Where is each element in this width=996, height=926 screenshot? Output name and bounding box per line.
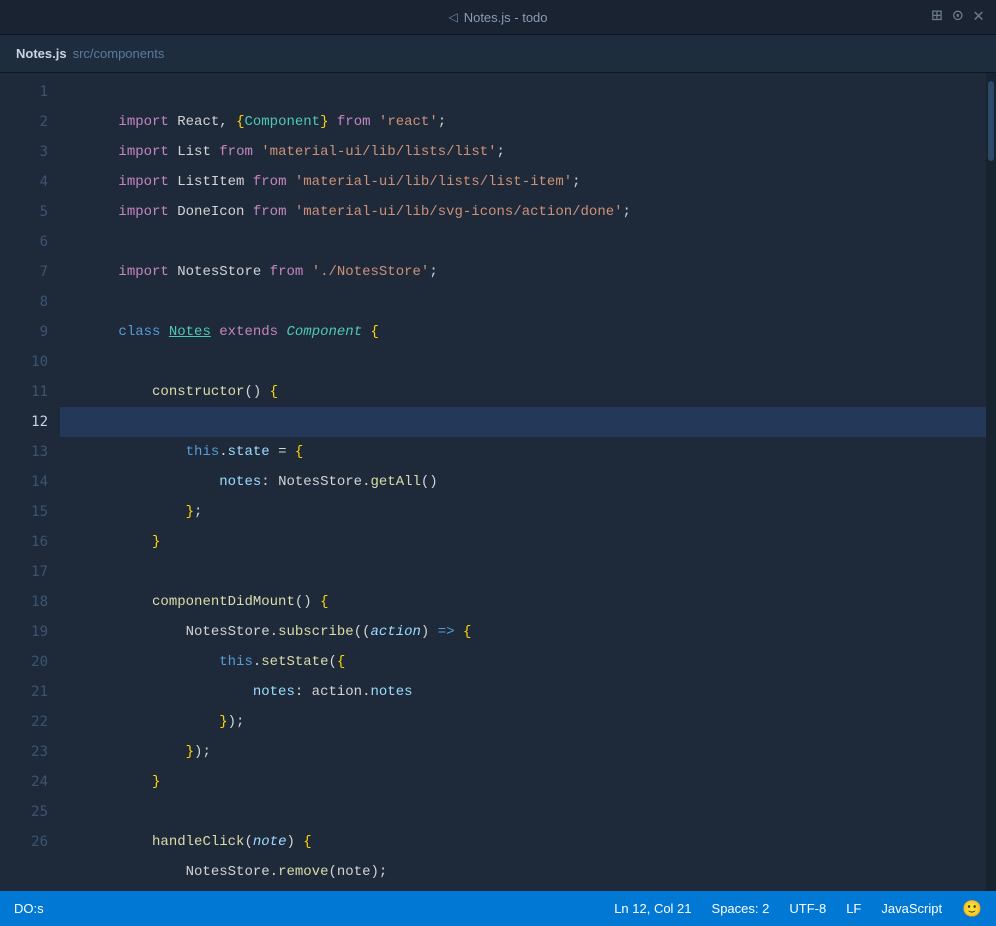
code-line-22: }); <box>60 707 986 737</box>
line-number-4: 4 <box>16 167 48 197</box>
code-line-26: NotesStore.remove(note); <box>60 827 986 857</box>
code-line-8: class Notes extends Component { <box>60 287 986 317</box>
editor-filename: Notes.js <box>16 46 67 61</box>
close-icon[interactable]: ✕ <box>973 8 984 26</box>
line-number-20: 20 <box>16 647 48 677</box>
title-bar-text: ◁ Notes.js - todo <box>448 10 547 25</box>
status-do: DO:s <box>14 901 44 916</box>
code-line-13: notes: NotesStore.getAll() <box>60 437 986 467</box>
line-number-23: 23 <box>16 737 48 767</box>
code-line-14: }; <box>60 467 986 497</box>
title-bar: ◁ Notes.js - todo ⊞ ⊙ ✕ <box>0 0 996 35</box>
scrollbar-thumb[interactable] <box>988 81 994 161</box>
line-numbers: 1 2 3 4 5 6 7 8 9 10 11 12 13 14 15 16 1… <box>0 73 60 891</box>
status-bar: DO:s Ln 12, Col 21 Spaces: 2 UTF-8 LF Ja… <box>0 891 996 926</box>
line-number-21: 21 <box>16 677 48 707</box>
search-icon[interactable]: ⊙ <box>952 8 963 26</box>
status-smiley: 🙂 <box>962 899 982 919</box>
code-line-4: import DoneIcon from 'material-ui/lib/sv… <box>60 167 986 197</box>
line-number-19: 19 <box>16 617 48 647</box>
status-line-ending: LF <box>846 901 861 916</box>
status-right: Ln 12, Col 21 Spaces: 2 UTF-8 LF JavaScr… <box>614 899 982 919</box>
code-area[interactable]: import React, {Component} from 'react'; … <box>60 73 986 891</box>
line-number-10: 10 <box>16 347 48 377</box>
code-line-15: } <box>60 497 986 527</box>
file-icon: ◁ <box>448 10 457 24</box>
code-line-7 <box>60 257 986 287</box>
line-number-11: 11 <box>16 377 48 407</box>
code-line-23: } <box>60 737 986 767</box>
code-line-24 <box>60 767 986 797</box>
status-cursor: Ln 12, Col 21 <box>614 901 691 916</box>
line-number-7: 7 <box>16 257 48 287</box>
title-text: Notes.js - todo <box>464 10 548 25</box>
code-line-16 <box>60 527 986 557</box>
code-line-20: notes: action.notes <box>60 647 986 677</box>
line-number-6: 6 <box>16 227 48 257</box>
code-line-21: }); <box>60 677 986 707</box>
line-number-3: 3 <box>16 137 48 167</box>
line-number-8: 8 <box>16 287 48 317</box>
status-left: DO:s <box>14 901 44 916</box>
code-line-1: import React, {Component} from 'react'; <box>60 77 986 107</box>
line-number-13: 13 <box>16 437 48 467</box>
line-number-5: 5 <box>16 197 48 227</box>
status-language: JavaScript <box>881 901 942 916</box>
code-line-10: constructor() { <box>60 347 986 377</box>
status-encoding: UTF-8 <box>789 901 826 916</box>
code-line-25: handleClick(note) { <box>60 797 986 827</box>
code-line-19: this.setState({ <box>60 617 986 647</box>
code-line-2: import List from 'material-ui/lib/lists/… <box>60 107 986 137</box>
editor-filepath: src/components <box>73 46 165 61</box>
title-bar-controls: ⊞ ⊙ ✕ <box>931 8 984 26</box>
code-line-18: NotesStore.subscribe((action) => { <box>60 587 986 617</box>
line-number-12: 12 <box>16 407 48 437</box>
code-line-11: super(); <box>60 377 986 407</box>
line-number-2: 2 <box>16 107 48 137</box>
editor-area[interactable]: 1 2 3 4 5 6 7 8 9 10 11 12 13 14 15 16 1… <box>0 73 996 891</box>
split-view-icon[interactable]: ⊞ <box>931 8 942 26</box>
line-number-15: 15 <box>16 497 48 527</box>
status-spaces: Spaces: 2 <box>712 901 770 916</box>
line-number-17: 17 <box>16 557 48 587</box>
code-line-6: import NotesStore from './NotesStore'; <box>60 227 986 257</box>
line-number-9: 9 <box>16 317 48 347</box>
code-line-17: componentDidMount() { <box>60 557 986 587</box>
line-number-16: 16 <box>16 527 48 557</box>
line-number-14: 14 <box>16 467 48 497</box>
code-line-3: import ListItem from 'material-ui/lib/li… <box>60 137 986 167</box>
line-number-18: 18 <box>16 587 48 617</box>
line-number-26: 26 <box>16 827 48 857</box>
editor-header: Notes.js src/components <box>0 35 996 73</box>
code-line-12: this.state = { <box>60 407 986 437</box>
code-line-9 <box>60 317 986 347</box>
line-number-1: 1 <box>16 77 48 107</box>
line-number-24: 24 <box>16 767 48 797</box>
line-number-22: 22 <box>16 707 48 737</box>
scrollbar[interactable] <box>986 73 996 891</box>
line-number-25: 25 <box>16 797 48 827</box>
code-line-5 <box>60 197 986 227</box>
